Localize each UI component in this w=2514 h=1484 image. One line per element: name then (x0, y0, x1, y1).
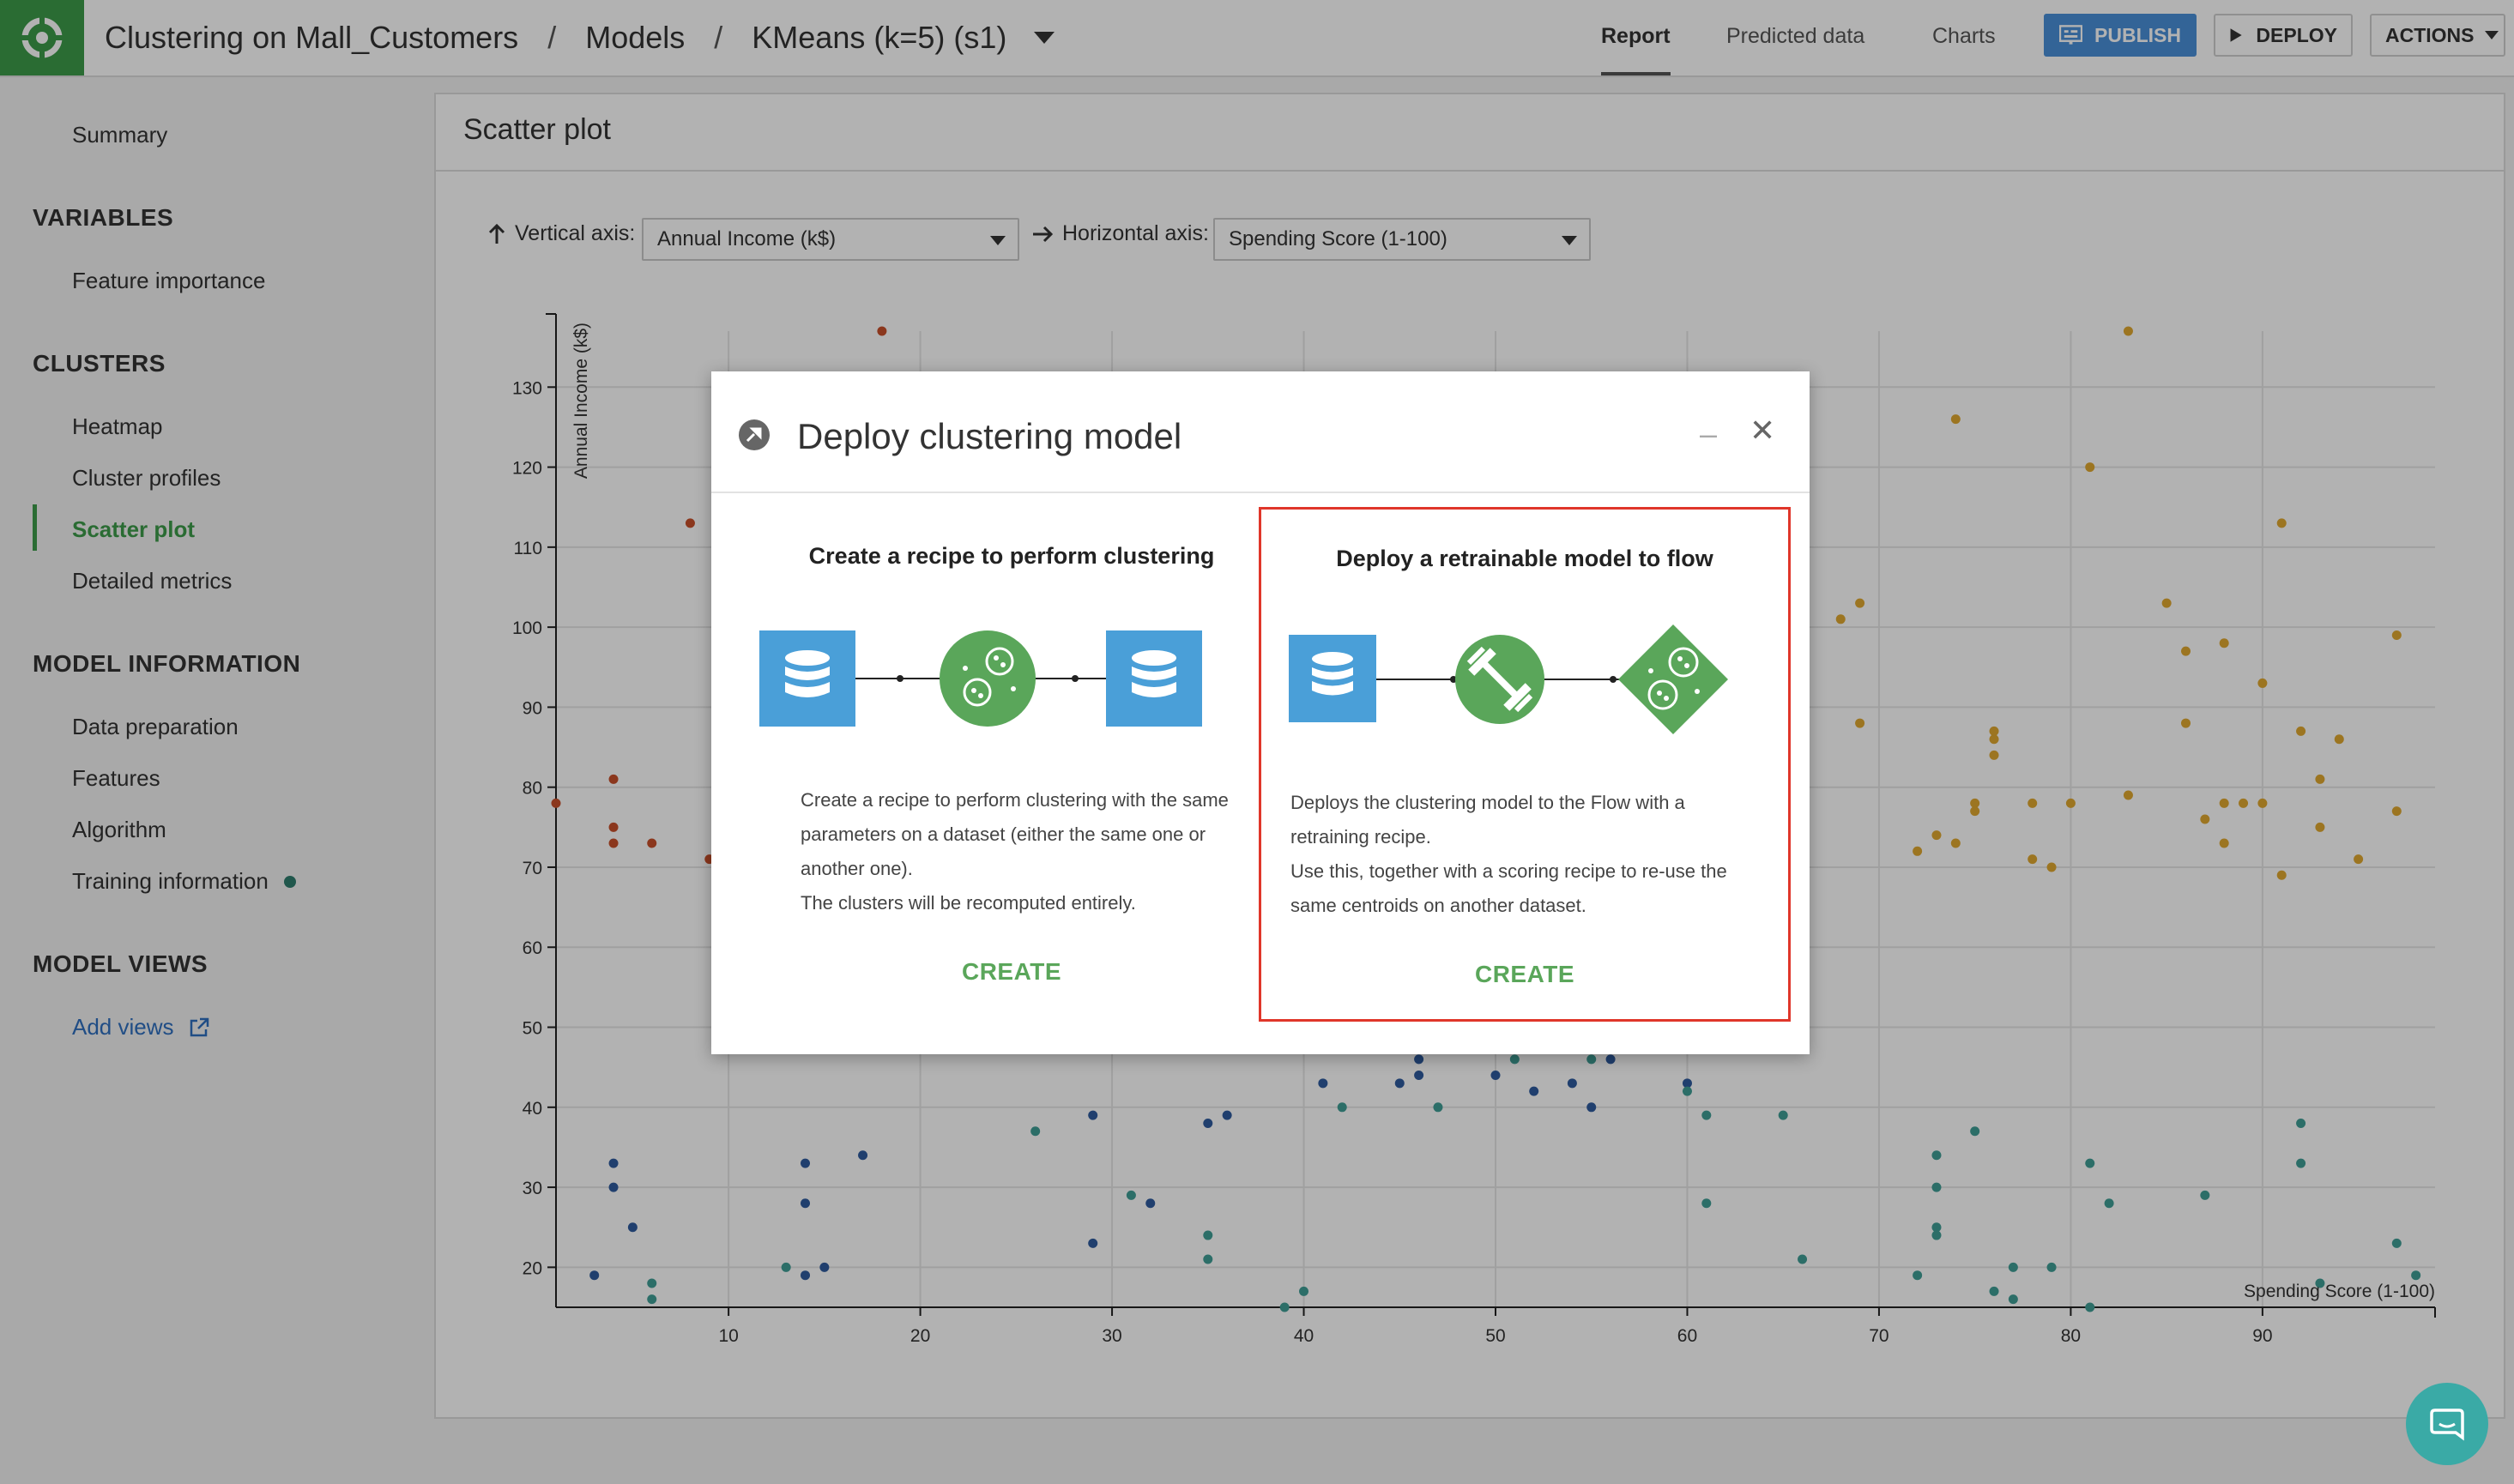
dataset-icon (759, 630, 855, 727)
chat-support-button[interactable] (2406, 1383, 2488, 1465)
option-title: Deploy a retrainable model to flow (1336, 546, 1713, 571)
description-line: another one). (801, 858, 913, 879)
description-line: same centroids on another dataset. (1290, 895, 1586, 916)
description-line: parameters on a dataset (either the same… (801, 823, 1206, 845)
dataset-icon (1289, 635, 1376, 722)
clustering-recipe-icon (940, 630, 1036, 727)
option-description: Create a recipe to perform clustering wi… (801, 783, 1229, 920)
option-description: Deploys the clustering model to the Flow… (1290, 786, 1727, 923)
retrain-flow-diagram (1289, 624, 1728, 734)
description-line: Create a recipe to perform clustering wi… (801, 789, 1229, 811)
dataset-icon (1106, 630, 1202, 727)
option-title: Create a recipe to perform clustering (808, 543, 1215, 569)
description-line: retraining recipe. (1290, 826, 1431, 848)
recipe-flow-diagram (759, 630, 1202, 727)
description-line: The clusters will be recomputed entirely… (801, 892, 1136, 914)
description-line: Use this, together with a scoring recipe… (1290, 860, 1727, 882)
saved-model-icon (1618, 624, 1728, 734)
description-line: Deploys the clustering model to the Flow… (1290, 792, 1685, 813)
create-retrainable-button[interactable]: CREATE (1261, 961, 1788, 988)
dialog-title: Deploy clustering model (797, 416, 1182, 456)
create-recipe-button[interactable]: CREATE (746, 958, 1278, 986)
option-deploy-retrainable: Deploy a retrainable model to flow Deplo… (1259, 507, 1791, 1022)
dialog-header: Deploy clustering model – ✕ (711, 371, 1810, 493)
deploy-icon (739, 419, 770, 450)
close-icon[interactable]: ✕ (1750, 413, 1775, 449)
chat-icon (2430, 1409, 2464, 1441)
deploy-model-dialog: Deploy clustering model – ✕ Create a rec… (711, 371, 1810, 1054)
minimize-icon[interactable]: – (1700, 416, 1717, 452)
training-recipe-icon (1455, 635, 1544, 724)
option-create-recipe: Create a recipe to perform clustering Cr… (746, 507, 1278, 1022)
